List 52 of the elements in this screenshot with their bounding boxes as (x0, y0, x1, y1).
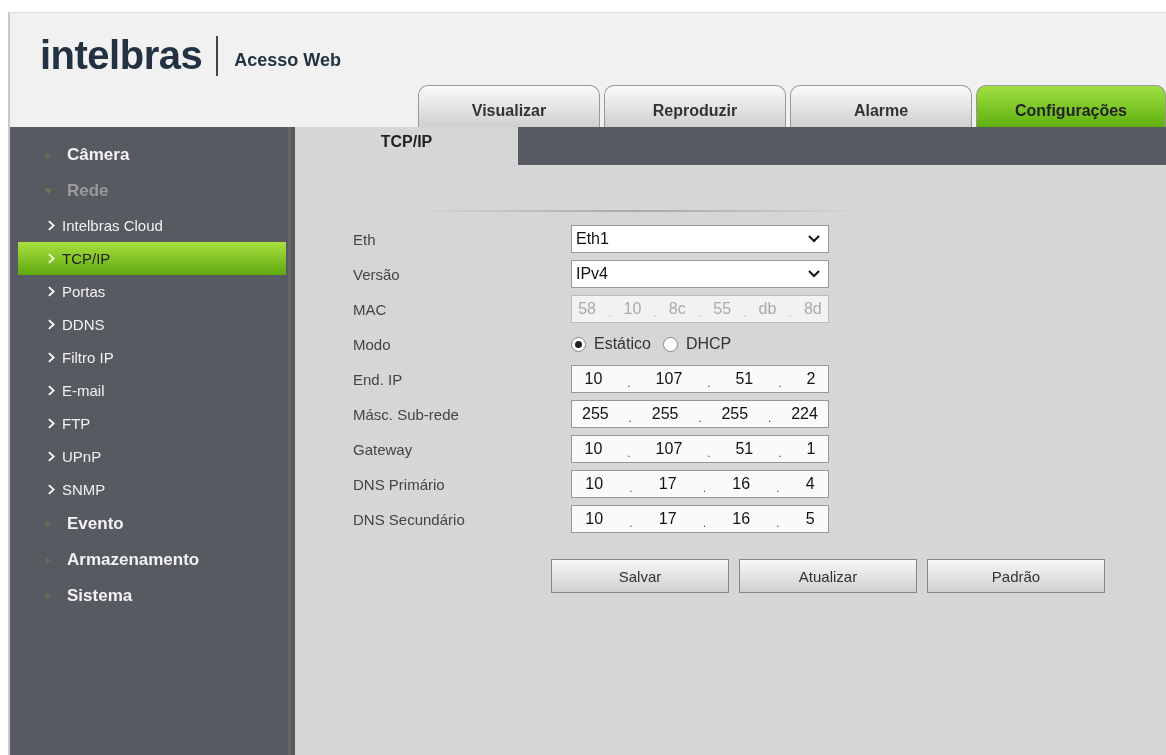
field-label: DNS Primário (353, 475, 446, 493)
address-field[interactable]: 10 . 17 . 16 . 4 (571, 470, 829, 498)
chevron-icon (48, 253, 55, 264)
chevron-icon (48, 418, 55, 429)
sidebar-item[interactable]: Portas (18, 275, 286, 308)
nav-tab[interactable]: Reproduzir (604, 85, 786, 127)
nav-tab[interactable]: Visualizar (418, 85, 600, 127)
app-subtitle: Acesso Web (234, 50, 341, 71)
nav-tab[interactable]: Alarme (790, 85, 972, 127)
sidebar-item[interactable]: FTP (18, 407, 286, 440)
menu-category[interactable]: Sistema (67, 586, 133, 606)
sidebar-item[interactable]: Intelbras Cloud (18, 209, 286, 242)
logo: intelbras (40, 33, 203, 78)
field-label: Eth (353, 230, 377, 248)
field-label: Versão (353, 265, 401, 283)
field-label: Modo (353, 335, 392, 353)
field-label: End. IP (353, 370, 404, 388)
chevron-down-icon (808, 270, 820, 278)
sidebar-item[interactable]: DDNS (18, 308, 286, 341)
panel-tab[interactable]: TCP/IP (295, 127, 518, 165)
sidebar-item[interactable]: SNMP (18, 473, 286, 506)
field-label: Másc. Sub-rede (353, 405, 460, 423)
action-button[interactable]: Atualizar (739, 559, 917, 593)
chevron-icon (48, 319, 55, 330)
address-field[interactable]: 10 . 107 . 51 . 1 (571, 435, 829, 463)
menu-category[interactable]: Armazenamento (67, 550, 200, 570)
chevron-icon (48, 286, 55, 297)
radio-option[interactable]: Estático (571, 335, 651, 353)
action-button[interactable]: Padrão (927, 559, 1105, 593)
field-label: DNS Secundário (353, 510, 466, 528)
chevron-icon (48, 484, 55, 495)
chevron-icon (48, 451, 55, 462)
sidebar-item[interactable]: Filtro IP (18, 341, 286, 374)
field-label: MAC (353, 300, 388, 318)
sidebar-item[interactable]: TCP/IP (18, 242, 286, 275)
radio-option[interactable]: DHCP (662, 335, 732, 353)
chevron-icon (48, 385, 55, 396)
dropdown[interactable]: Eth1 (571, 225, 829, 253)
field-label: Gateway (353, 440, 414, 458)
dropdown[interactable]: IPv4 (571, 260, 829, 288)
sidebar-item[interactable]: E-mail (18, 374, 286, 407)
chevron-down-icon (808, 235, 820, 243)
address-field[interactable]: 10 . 107 . 51 . 2 (571, 365, 829, 393)
nav-tab[interactable]: Configurações (976, 85, 1166, 127)
chevron-icon (48, 352, 55, 363)
menu-category[interactable]: Evento (67, 514, 124, 534)
chevron-icon (48, 220, 55, 231)
sidebar-item[interactable]: UPnP (18, 440, 286, 473)
menu-category[interactable]: Câmera (67, 145, 130, 165)
action-button[interactable]: Salvar (551, 559, 729, 593)
address-field[interactable]: 255 . 255 . 255 . 224 (571, 400, 829, 428)
address-field[interactable]: 10 . 17 . 16 . 5 (571, 505, 829, 533)
